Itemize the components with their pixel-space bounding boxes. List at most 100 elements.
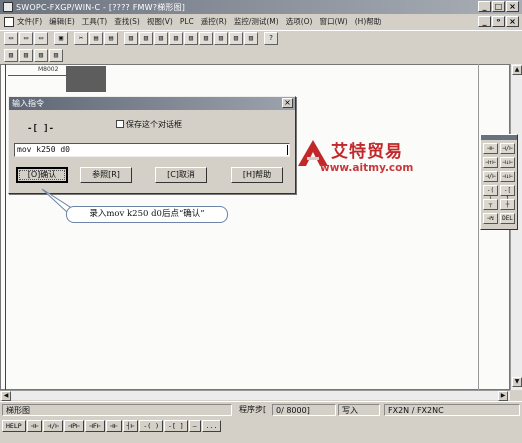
copy-icon[interactable]: ▤ — [89, 32, 103, 45]
no-contact-icon[interactable]: ⊣⊢ — [483, 143, 498, 154]
status-bar: 梯形图 程序步[ 0/ 8000] 写入 FX2N / FX2NC — [0, 401, 522, 416]
status-plc-model: FX2N / FX2NC — [384, 404, 520, 416]
cancel-button[interactable]: [C]取消 — [155, 167, 207, 183]
menu-window[interactable]: 窗口(W) — [319, 16, 347, 27]
ladder-symbol-palette: ⊣⊢ ⊣/⊢ ⊣↑⊢ ⊣↓⊢ ⊣/⊢ ⊣↓⊢ -( ) -[ ] ┬ ┼ ⊣↯ … — [480, 134, 518, 230]
transfer-icon[interactable]: ▥ — [244, 32, 258, 45]
menu-monitor[interactable]: 监控/测试(M) — [234, 16, 279, 27]
paste-icon[interactable]: ▤ — [104, 32, 118, 45]
dialog-close-icon[interactable]: × — [282, 98, 293, 108]
instruction-symbol: -[ ]- — [27, 124, 55, 134]
view-toolbar: ▥ ▥ ▥ ▥ — [0, 47, 522, 63]
callout-note: 录入mov k250 d0后点“确认” — [66, 206, 228, 223]
title-bar: SWOPC-FXGP/WIN-C - [???? FMW?梯形图] _ □ × — [0, 0, 522, 14]
help-icon[interactable]: ? — [264, 32, 278, 45]
child-restore-button[interactable]: ᵒ — [492, 16, 505, 27]
help-button[interactable]: [H]帮助 — [231, 167, 283, 183]
document-icon — [4, 16, 14, 27]
palette-titlebar[interactable] — [481, 135, 517, 140]
reference-button[interactable]: 参照[R] — [80, 167, 132, 183]
main-toolbar: ▭ ▭ ▭ ▣ ✂ ▤ ▤ ▥ ▥ ▥ ▥ ▥ ▥ ▥ ▥ ▥ ? — [0, 30, 522, 46]
rung-line — [8, 75, 66, 76]
status-mode: 梯形图 — [2, 404, 232, 416]
fkey-parallel-nc[interactable]: ┤⊢ — [122, 420, 139, 432]
status-step-value: 0/ 8000] — [272, 404, 336, 416]
watermark-url: www.aitmy.com — [320, 162, 414, 174]
view-icon-2[interactable]: ▥ — [139, 32, 153, 45]
fkey-more[interactable]: ... — [201, 420, 222, 432]
fkey-nc-contact[interactable]: ⊣/⊢ — [43, 420, 64, 432]
delete-line-icon[interactable]: DEL — [500, 213, 515, 224]
fkey-fall-contact[interactable]: ⊣F⊢ — [84, 420, 105, 432]
parallel-nc-icon[interactable]: ⊣↓⊢ — [500, 171, 515, 182]
scroll-down-icon[interactable]: ▼ — [512, 377, 522, 387]
confirm-button[interactable]: [O]确认 — [16, 167, 68, 183]
print-icon[interactable]: ▣ — [54, 32, 68, 45]
fkey-instruction[interactable]: -[ ] — [164, 420, 188, 432]
keep-dialog-label: 保存这个对话框 — [126, 120, 182, 129]
fkey-help[interactable]: HELP — [2, 420, 26, 432]
child-close-button[interactable]: × — [506, 16, 519, 27]
menu-file[interactable]: 文件(F) — [17, 16, 42, 27]
fkey-line[interactable]: — — [188, 420, 201, 432]
input-instruction-dialog: 输入指令 × -[ ]- 保存这个对话框 mov k250 d0 [O]确认 参… — [8, 96, 296, 194]
menu-search[interactable]: 查找(S) — [114, 16, 140, 27]
cut-icon[interactable]: ✂ — [74, 32, 88, 45]
view-icon-1[interactable]: ▥ — [124, 32, 138, 45]
fkey-no-contact[interactable]: ⊣⊢ — [26, 420, 43, 432]
scroll-up-icon[interactable]: ▲ — [512, 65, 522, 75]
menu-help[interactable]: (H)帮助 — [355, 16, 382, 27]
child-minimize-button[interactable]: _ — [478, 16, 491, 27]
status-write-mode: 写入 — [338, 404, 380, 416]
status-step-label: 程序步[ — [239, 405, 267, 414]
maximize-button[interactable]: □ — [492, 1, 505, 12]
sfc-view-icon[interactable]: ▥ — [34, 48, 48, 62]
instruction-input[interactable]: mov k250 d0 — [14, 143, 290, 157]
parallel-no-icon[interactable]: ⊣/⊢ — [483, 171, 498, 182]
menu-view[interactable]: 视图(V) — [147, 16, 173, 27]
ladder-cursor — [66, 66, 106, 92]
menu-tools[interactable]: 工具(T) — [82, 16, 107, 27]
new-file-icon[interactable]: ▭ — [4, 32, 18, 45]
view-icon-6[interactable]: ▥ — [199, 32, 213, 45]
left-power-rail — [5, 64, 6, 390]
fkey-pulse-contact[interactable]: ⊣P⊢ — [64, 420, 84, 432]
menu-remote[interactable]: 遥控(R) — [201, 16, 227, 27]
function-key-bar: HELP ⊣⊢ ⊣/⊢ ⊣P⊢ ⊣F⊢ ⊣⊢ ┤⊢ -( ) -[ ] — ..… — [0, 419, 522, 433]
ladder-view-icon[interactable]: ▥ — [4, 48, 18, 62]
instruction-icon[interactable]: -[ ] — [500, 185, 515, 203]
menu-edit[interactable]: 编辑(E) — [49, 16, 75, 27]
fkey-parallel[interactable]: ⊣⊢ — [105, 420, 122, 432]
vertical-line-icon[interactable]: ┬ — [483, 199, 498, 210]
instruction-view-icon[interactable]: ▥ — [19, 48, 33, 62]
app-icon — [3, 2, 13, 12]
nc-contact-icon[interactable]: ⊣/⊢ — [500, 143, 515, 154]
right-power-rail — [478, 64, 479, 390]
comment-view-icon[interactable]: ▥ — [49, 48, 63, 62]
menu-options[interactable]: 选项(O) — [286, 16, 313, 27]
keep-dialog-checkbox[interactable] — [116, 120, 124, 128]
contact-label: M8002 — [38, 66, 59, 73]
view-icon-3[interactable]: ▥ — [154, 32, 168, 45]
horizontal-scrollbar[interactable]: ◀ ▶ — [0, 390, 510, 401]
view-icon-4[interactable]: ▥ — [169, 32, 183, 45]
watermark-brand: 艾特贸易 — [331, 142, 403, 162]
scroll-right-icon[interactable]: ▶ — [498, 391, 508, 401]
window-title: SWOPC-FXGP/WIN-C - [???? FMW?梯形图] — [16, 2, 186, 12]
falling-edge-icon[interactable]: ⊣↓⊢ — [500, 157, 515, 168]
monitor-icon[interactable]: ▥ — [229, 32, 243, 45]
coil-icon[interactable]: -( ) — [483, 185, 498, 203]
menu-plc[interactable]: PLC — [180, 17, 194, 26]
view-icon-7[interactable]: ▥ — [214, 32, 228, 45]
view-icon-5[interactable]: ▥ — [184, 32, 198, 45]
fkey-coil[interactable]: -( ) — [139, 420, 164, 432]
minimize-button[interactable]: _ — [478, 1, 491, 12]
save-icon[interactable]: ▭ — [34, 32, 48, 45]
scroll-left-icon[interactable]: ◀ — [1, 391, 11, 401]
invert-icon[interactable]: ⊣↯ — [483, 213, 498, 224]
rising-edge-icon[interactable]: ⊣↑⊢ — [483, 157, 498, 168]
open-file-icon[interactable]: ▭ — [19, 32, 33, 45]
close-window-button[interactable]: × — [506, 1, 519, 12]
cross-line-icon[interactable]: ┼ — [500, 199, 515, 210]
dialog-title: 输入指令 — [9, 97, 295, 110]
